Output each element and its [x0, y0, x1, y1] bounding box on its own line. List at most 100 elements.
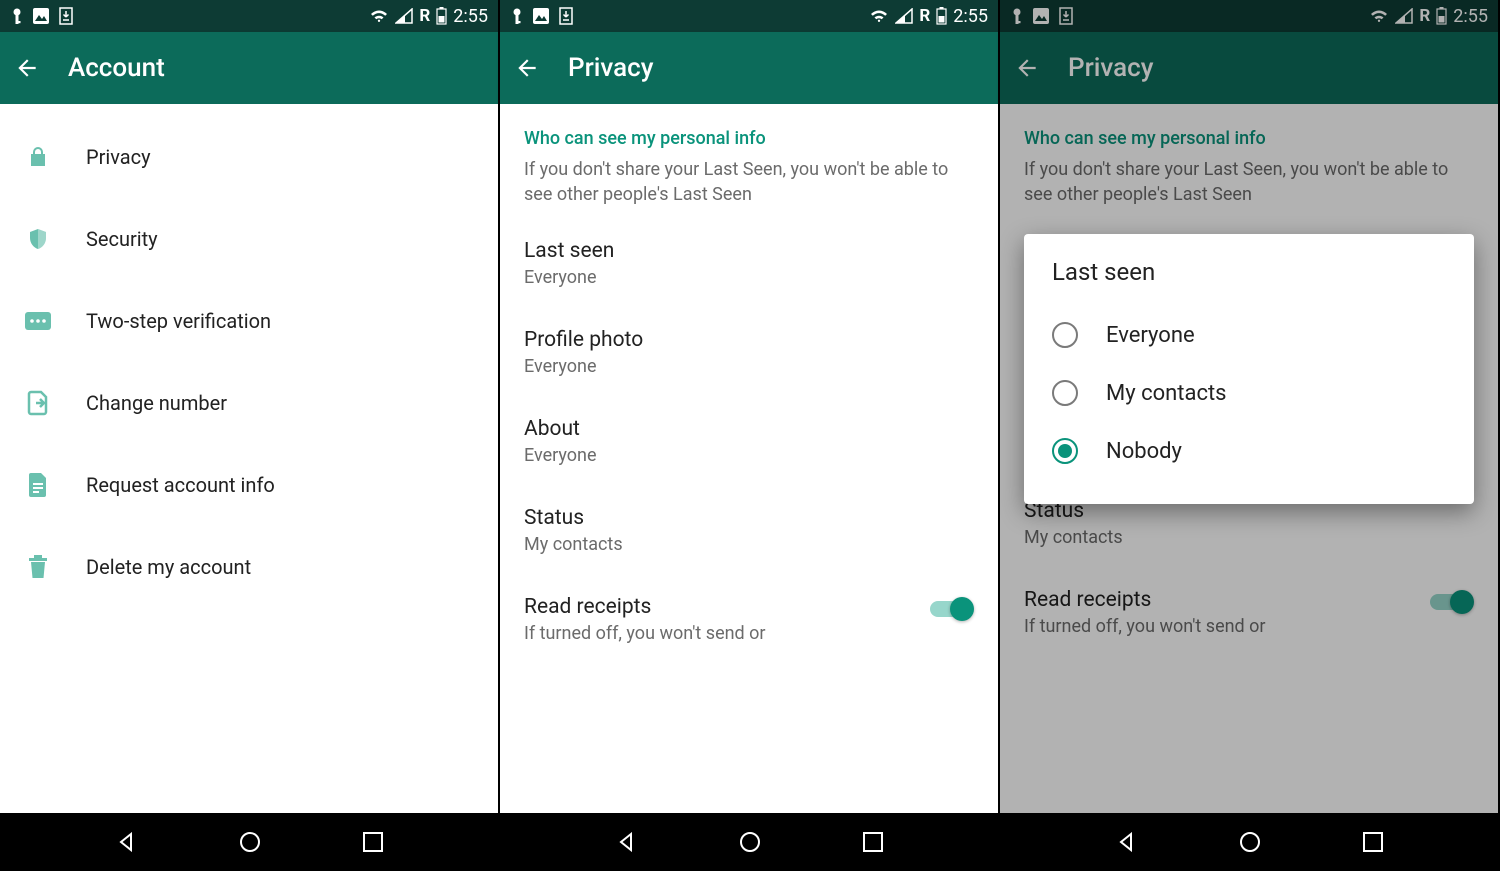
pref-title: Last seen — [524, 239, 974, 263]
pref-title: About — [524, 417, 974, 441]
option-label: My contacts — [1106, 381, 1227, 406]
roaming-label: R — [419, 6, 430, 26]
key-icon — [510, 7, 524, 25]
battery-icon — [436, 7, 447, 25]
account-item-request-info[interactable]: Request account info — [0, 444, 498, 526]
download-icon — [558, 7, 574, 25]
account-item-label: Privacy — [86, 145, 151, 169]
lock-icon — [24, 145, 52, 169]
radio-icon — [1052, 438, 1078, 464]
option-everyone[interactable]: Everyone — [1044, 306, 1454, 364]
wifi-icon — [369, 8, 389, 24]
pref-status[interactable]: Status My contacts — [500, 486, 998, 575]
toggle-read-receipts[interactable] — [930, 597, 974, 621]
option-label: Everyone — [1106, 323, 1195, 348]
page-title: Privacy — [1068, 53, 1153, 83]
section-header: Who can see my personal info — [1000, 104, 1498, 157]
document-icon — [24, 472, 52, 498]
pref-sub: If turned off, you won't send or — [524, 623, 766, 644]
wifi-icon — [869, 8, 889, 24]
app-bar: Privacy — [500, 32, 998, 104]
nav-recent-icon[interactable] — [362, 831, 384, 853]
sim-icon — [24, 390, 52, 416]
app-bar: Privacy — [1000, 32, 1498, 104]
nav-home-icon[interactable] — [238, 830, 262, 854]
back-button[interactable] — [1014, 55, 1040, 81]
privacy-content: Who can see my personal info If you don'… — [500, 104, 998, 813]
account-item-label: Delete my account — [86, 555, 251, 579]
page-title: Account — [68, 53, 165, 83]
pref-read-receipts[interactable]: Read receipts If turned off, you won't s… — [1000, 568, 1498, 637]
dots-icon — [24, 312, 52, 330]
screen-privacy: R 2:55 Privacy Who can see my personal i… — [500, 0, 1000, 871]
pref-title: Profile photo — [524, 328, 974, 352]
pref-last-seen[interactable]: Last seen Everyone — [500, 219, 998, 308]
toggle-read-receipts[interactable] — [1430, 590, 1474, 614]
nav-bar — [0, 813, 498, 871]
roaming-label: R — [919, 6, 930, 26]
section-desc: If you don't share your Last Seen, you w… — [1000, 157, 1498, 219]
signal-icon — [1395, 8, 1413, 24]
nav-home-icon[interactable] — [1238, 830, 1262, 854]
account-content: Privacy Security Two-step verification C… — [0, 104, 498, 813]
account-item-label: Change number — [86, 391, 227, 415]
status-bar: R 2:55 — [0, 0, 498, 32]
pref-sub: My contacts — [524, 534, 974, 555]
option-nobody[interactable]: Nobody — [1044, 422, 1454, 480]
account-item-two-step[interactable]: Two-step verification — [0, 280, 498, 362]
status-bar: R 2:55 — [1000, 0, 1498, 32]
image-icon — [1032, 7, 1050, 25]
nav-back-icon[interactable] — [614, 830, 638, 854]
option-my-contacts[interactable]: My contacts — [1044, 364, 1454, 422]
section-header: Who can see my personal info — [500, 104, 998, 157]
account-item-delete[interactable]: Delete my account — [0, 526, 498, 608]
roaming-label: R — [1419, 6, 1430, 26]
dialog-last-seen: Last seen Everyone My contacts Nobody — [1024, 234, 1474, 504]
page-title: Privacy — [568, 53, 653, 83]
signal-icon — [895, 8, 913, 24]
clock-label: 2:55 — [953, 6, 988, 27]
pref-read-receipts[interactable]: Read receipts If turned off, you won't s… — [500, 575, 998, 644]
pref-about[interactable]: About Everyone — [500, 397, 998, 486]
back-button[interactable] — [14, 55, 40, 81]
wifi-icon — [1369, 8, 1389, 24]
pref-sub: My contacts — [1024, 527, 1474, 548]
radio-icon — [1052, 322, 1078, 348]
account-item-label: Two-step verification — [86, 309, 271, 333]
privacy-content-dimmed: Who can see my personal info If you don'… — [1000, 104, 1498, 813]
nav-back-icon[interactable] — [1114, 830, 1138, 854]
option-label: Nobody — [1106, 439, 1182, 464]
pref-title: Read receipts — [1024, 588, 1266, 612]
screen-account: R 2:55 Account Privacy Security Two-step… — [0, 0, 500, 871]
account-item-change-number[interactable]: Change number — [0, 362, 498, 444]
nav-recent-icon[interactable] — [1362, 831, 1384, 853]
pref-sub: Everyone — [524, 445, 974, 466]
signal-icon — [395, 8, 413, 24]
battery-icon — [1436, 7, 1447, 25]
key-icon — [1010, 7, 1024, 25]
account-item-label: Request account info — [86, 473, 275, 497]
image-icon — [532, 7, 550, 25]
pref-profile-photo[interactable]: Profile photo Everyone — [500, 308, 998, 397]
shield-icon — [24, 227, 52, 251]
clock-label: 2:55 — [1453, 6, 1488, 27]
pref-sub: Everyone — [524, 267, 974, 288]
account-item-label: Security — [86, 227, 158, 251]
image-icon — [32, 7, 50, 25]
nav-home-icon[interactable] — [738, 830, 762, 854]
trash-icon — [24, 554, 52, 580]
radio-icon — [1052, 380, 1078, 406]
nav-back-icon[interactable] — [114, 830, 138, 854]
nav-bar — [500, 813, 998, 871]
account-item-security[interactable]: Security — [0, 198, 498, 280]
account-item-privacy[interactable]: Privacy — [0, 116, 498, 198]
status-bar: R 2:55 — [500, 0, 998, 32]
download-icon — [58, 7, 74, 25]
dialog-title: Last seen — [1044, 258, 1454, 286]
pref-title: Read receipts — [524, 595, 766, 619]
pref-sub: Everyone — [524, 356, 974, 377]
screen-privacy-dialog: R 2:55 Privacy Who can see my personal i… — [1000, 0, 1500, 871]
nav-recent-icon[interactable] — [862, 831, 884, 853]
back-button[interactable] — [514, 55, 540, 81]
download-icon — [1058, 7, 1074, 25]
